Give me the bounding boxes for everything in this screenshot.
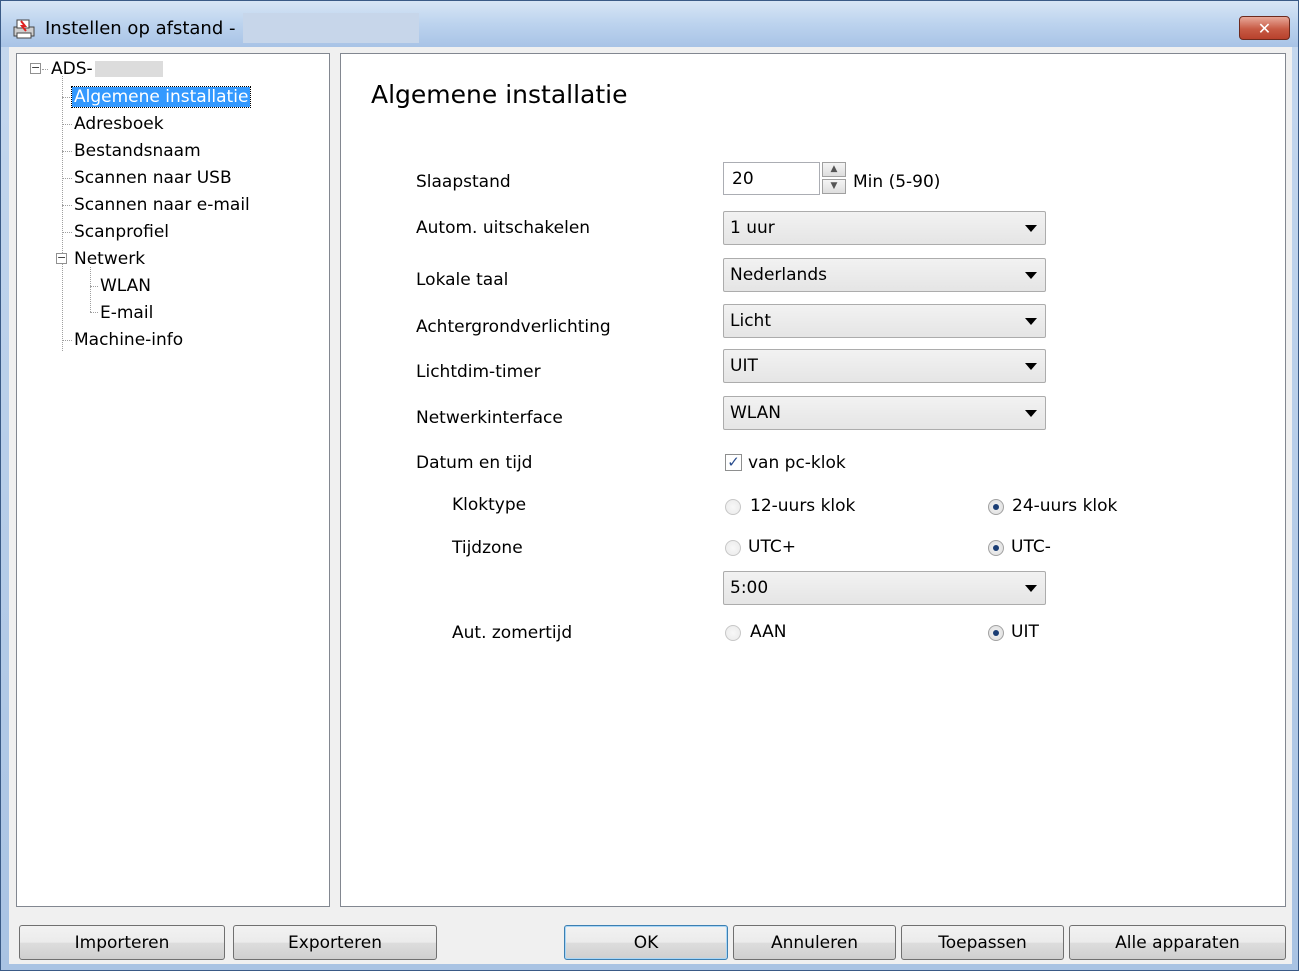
- export-button[interactable]: Exporteren: [233, 925, 437, 960]
- panel-title: Algemene installatie: [371, 80, 628, 109]
- window-title: Instellen op afstand -: [45, 18, 236, 39]
- tree-item-scannen-naar-email[interactable]: Scannen naar e-mail: [72, 193, 252, 217]
- collapse-root-icon[interactable]: −: [30, 62, 41, 74]
- chevron-down-icon: [1025, 585, 1037, 592]
- radio-24h-label: 24-uurs klok: [1012, 496, 1118, 516]
- dst-label: Aut. zomertijd: [452, 623, 573, 643]
- auto-off-dropdown[interactable]: 1 uur: [723, 211, 1046, 245]
- radio-dst-off-label: UIT: [1011, 622, 1039, 642]
- apply-button[interactable]: Toepassen: [901, 925, 1064, 960]
- redacted-model: [94, 61, 163, 77]
- cancel-button[interactable]: Annuleren: [733, 925, 896, 960]
- tree-item-wlan[interactable]: WLAN: [98, 274, 153, 298]
- title-bar: Instellen op afstand - ✕: [1, 1, 1298, 47]
- language-label: Lokale taal: [416, 270, 509, 290]
- tree-item-adresboek[interactable]: Adresboek: [72, 112, 166, 136]
- sleep-spinner-input[interactable]: 20: [723, 162, 820, 195]
- import-button[interactable]: Importeren: [19, 925, 225, 960]
- tree-item-bestandsnaam[interactable]: Bestandsnaam: [72, 139, 203, 163]
- timezone-offset-dropdown[interactable]: 5:00: [723, 571, 1046, 605]
- chevron-down-icon: [1025, 272, 1037, 279]
- network-interface-dropdown[interactable]: WLAN: [723, 396, 1046, 430]
- radio-utc-plus[interactable]: [725, 540, 741, 556]
- dim-timer-label: Lichtdim-timer: [416, 362, 541, 382]
- tree-item-scannen-naar-usb[interactable]: Scannen naar USB: [72, 166, 234, 190]
- radio-utc-plus-label: UTC+: [748, 537, 796, 557]
- printer-app-icon: [13, 19, 35, 39]
- chevron-down-icon: [1025, 363, 1037, 370]
- collapse-netwerk-icon[interactable]: −: [56, 252, 67, 264]
- checkbox-checked-icon[interactable]: ✓: [725, 454, 742, 471]
- settings-panel: Algemene installatie Slaapstand 20 ▲ ▼ M…: [340, 53, 1286, 907]
- radio-dst-on-label: AAN: [750, 622, 787, 642]
- tree-root-device[interactable]: ADS-: [49, 57, 163, 81]
- tree-item-machine-info[interactable]: Machine-info: [72, 328, 185, 352]
- auto-off-label: Autom. uitschakelen: [416, 218, 591, 238]
- dim-timer-dropdown[interactable]: UIT: [723, 349, 1046, 383]
- radio-utc-minus[interactable]: [988, 540, 1004, 556]
- dialog-client-area: − ADS- Algemene installatie Adresboek Be…: [9, 47, 1292, 964]
- radio-12h-label: 12-uurs klok: [750, 496, 856, 516]
- sleep-spinner-buttons: ▲ ▼: [820, 162, 848, 195]
- timezone-label: Tijdzone: [452, 538, 523, 558]
- sleep-unit-label: Min (5-90): [853, 172, 941, 192]
- close-button[interactable]: ✕: [1239, 16, 1290, 40]
- tree-item-email[interactable]: E-mail: [98, 301, 155, 325]
- network-interface-label: Netwerkinterface: [416, 408, 563, 428]
- chevron-down-icon: [1025, 318, 1037, 325]
- spin-down-icon[interactable]: ▼: [822, 179, 846, 194]
- backlight-dropdown[interactable]: Licht: [723, 304, 1046, 338]
- sleep-label: Slaapstand: [416, 172, 511, 192]
- tree-item-scanprofiel[interactable]: Scanprofiel: [72, 220, 171, 244]
- radio-dst-off[interactable]: [988, 625, 1004, 641]
- redacted-model-name: [243, 13, 419, 43]
- spin-up-icon[interactable]: ▲: [822, 162, 846, 177]
- radio-utc-minus-label: UTC-: [1011, 537, 1051, 557]
- radio-12h[interactable]: [725, 499, 741, 515]
- datetime-label: Datum en tijd: [416, 453, 533, 473]
- language-dropdown[interactable]: Nederlands: [723, 258, 1046, 292]
- radio-dst-on[interactable]: [725, 625, 741, 641]
- clock-type-label: Kloktype: [452, 495, 527, 515]
- tree-item-netwerk[interactable]: Netwerk: [72, 247, 147, 271]
- ok-button[interactable]: OK: [564, 925, 728, 960]
- radio-24h[interactable]: [988, 499, 1004, 515]
- remote-setup-window: Instellen op afstand - ✕ − ADS- Algemene…: [0, 0, 1299, 971]
- all-devices-button[interactable]: Alle apparaten: [1069, 925, 1286, 960]
- backlight-label: Achtergrondverlichting: [416, 317, 611, 337]
- from-pc-clock-label: van pc-klok: [748, 453, 846, 473]
- tree-item-algemene-installatie[interactable]: Algemene installatie: [70, 85, 252, 109]
- chevron-down-icon: [1025, 225, 1037, 232]
- settings-tree: − ADS- Algemene installatie Adresboek Be…: [16, 53, 330, 907]
- chevron-down-icon: [1025, 410, 1037, 417]
